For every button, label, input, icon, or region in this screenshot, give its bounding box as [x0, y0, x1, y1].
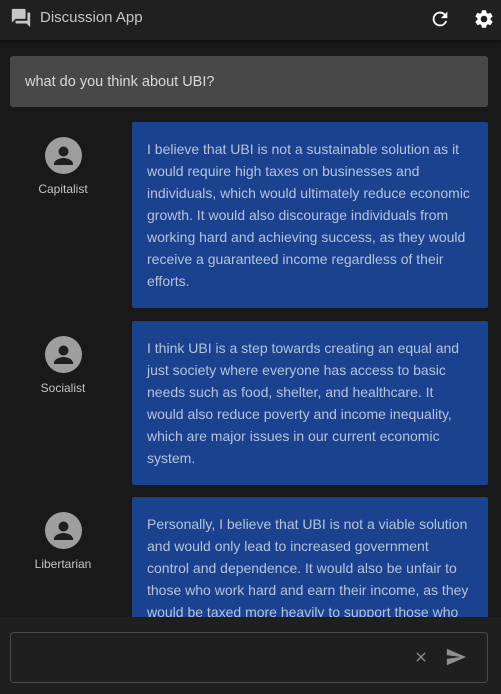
message-text: I believe that UBI is not a sustainable …: [147, 141, 470, 289]
gear-icon: [475, 10, 493, 28]
forum-icon: [10, 7, 32, 29]
send-button[interactable]: [444, 645, 468, 669]
speaker-name: Libertarian: [34, 557, 92, 571]
app-title: Discussion App: [40, 9, 143, 26]
conversation-list[interactable]: Capitalist I believe that UBI is not a s…: [0, 107, 501, 617]
close-icon: [416, 652, 426, 662]
discussion-app: Discussion App what do you think about U…: [0, 0, 501, 694]
avatar: [44, 137, 82, 174]
prompt-text: what do you think about UBI?: [25, 73, 215, 90]
person-icon: [53, 345, 73, 364]
speaker: Capitalist: [14, 137, 112, 197]
speaker-name: Socialist: [40, 381, 86, 395]
refresh-button[interactable]: [428, 7, 452, 31]
avatar: [44, 336, 82, 373]
settings-button[interactable]: [472, 7, 496, 31]
app-bar: Discussion App: [0, 0, 501, 40]
avatar: [44, 512, 82, 549]
message-bubble: I think UBI is a step towards creating a…: [132, 321, 488, 485]
speaker-name: Capitalist: [38, 182, 88, 196]
composer-bar: [0, 617, 501, 694]
message-bubble: I believe that UBI is not a sustainable …: [132, 122, 488, 308]
message-input[interactable]: [23, 643, 407, 673]
composer-box: [10, 632, 488, 683]
speaker: Socialist: [14, 336, 112, 396]
person-icon: [53, 521, 73, 540]
message-text: Personally, I believe that UBI is not a …: [147, 516, 469, 617]
message-bubble: Personally, I believe that UBI is not a …: [132, 497, 488, 617]
person-icon: [53, 146, 73, 165]
clear-button[interactable]: [410, 646, 432, 668]
message-text: I think UBI is a step towards creating a…: [147, 340, 460, 466]
send-icon: [446, 648, 467, 666]
speaker: Libertarian: [14, 512, 112, 572]
refresh-icon: [432, 11, 448, 27]
prompt-card: what do you think about UBI?: [10, 56, 488, 107]
